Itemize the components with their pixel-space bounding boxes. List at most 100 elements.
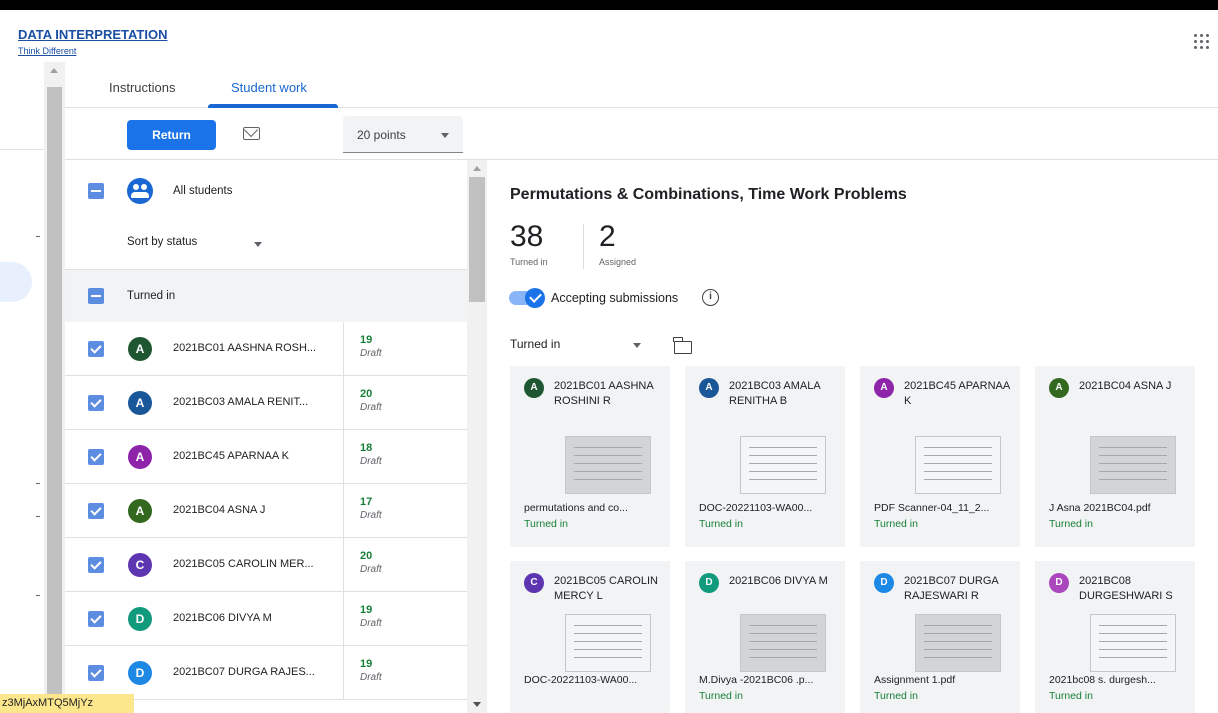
nav-active-item[interactable] bbox=[0, 262, 32, 302]
attachment-filename[interactable]: DOC-20221103-WA00... bbox=[524, 674, 637, 686]
return-button[interactable]: Return bbox=[127, 120, 216, 150]
accepting-submissions-toggle[interactable] bbox=[509, 288, 545, 308]
sort-row[interactable]: Sort by status bbox=[65, 216, 467, 270]
left-scrollbar[interactable] bbox=[44, 62, 65, 713]
submission-card[interactable]: D 2021BC08 DURGESHWARI S 2021bc08 s. durge… bbox=[1035, 561, 1195, 713]
email-icon[interactable] bbox=[243, 127, 260, 140]
attachment-thumbnail[interactable] bbox=[565, 614, 651, 672]
student-checkbox[interactable] bbox=[88, 611, 104, 627]
turned-in-label: Turned in bbox=[510, 257, 548, 267]
student-row[interactable]: A 2021BC04 ASNA J 17 Draft bbox=[65, 484, 467, 538]
student-checkbox[interactable] bbox=[88, 503, 104, 519]
course-subtitle-link[interactable]: Think Different bbox=[18, 46, 76, 56]
student-row[interactable]: A 2021BC01 AASHNA ROSH... 19 Draft bbox=[65, 322, 467, 376]
nav-divider bbox=[0, 149, 44, 150]
attachment-thumbnail[interactable] bbox=[915, 614, 1001, 672]
grade-status: Draft bbox=[360, 402, 382, 413]
student-name[interactable]: 2021BC01 AASHNA ROSH... bbox=[173, 342, 316, 354]
status-filter-select[interactable]: Turned in bbox=[510, 337, 560, 351]
select-all-checkbox[interactable] bbox=[88, 183, 104, 199]
grade-status: Draft bbox=[360, 348, 382, 359]
chevron-down-icon bbox=[441, 133, 449, 138]
scrollbar-thumb[interactable] bbox=[47, 87, 62, 697]
submission-card[interactable]: A 2021BC03 AMALA RENITHA B DOC-20221103-WA… bbox=[685, 366, 845, 547]
scroll-down-arrow-icon[interactable] bbox=[473, 702, 481, 707]
section-checkbox[interactable] bbox=[88, 288, 104, 304]
nav-tick bbox=[36, 516, 40, 517]
student-name[interactable]: 2021BC03 AMALA RENIT... bbox=[173, 396, 308, 408]
grade-column-divider bbox=[343, 376, 344, 430]
chevron-down-icon[interactable] bbox=[254, 242, 262, 247]
google-apps-icon[interactable] bbox=[1194, 34, 1210, 50]
student-name[interactable]: 2021BC04 ASNA J bbox=[173, 504, 265, 516]
student-checkbox[interactable] bbox=[88, 665, 104, 681]
scroll-up-arrow-icon[interactable] bbox=[473, 166, 481, 171]
info-icon[interactable]: i bbox=[702, 289, 719, 306]
chevron-down-icon[interactable] bbox=[633, 343, 641, 348]
grade-input[interactable]: 17 bbox=[360, 496, 372, 508]
card-student-name: 2021BC03 AMALA RENITHA B bbox=[729, 380, 821, 407]
student-name[interactable]: 2021BC06 DIVYA M bbox=[173, 612, 272, 624]
all-students-label: All students bbox=[173, 185, 233, 197]
sort-select[interactable]: Sort by status bbox=[127, 236, 197, 248]
points-select[interactable]: 20 points bbox=[343, 116, 463, 153]
tab-bar: Instructions Student work bbox=[65, 62, 1218, 108]
grade-column-divider bbox=[343, 538, 344, 592]
student-row[interactable]: D 2021BC06 DIVYA M 19 Draft bbox=[65, 592, 467, 646]
student-name[interactable]: 2021BC07 DURGA RAJES... bbox=[173, 666, 315, 678]
accepting-submissions-label: Accepting submissions bbox=[551, 291, 679, 305]
grade-column-divider bbox=[343, 646, 344, 700]
submission-card[interactable]: A 2021BC45 APARNAA K PDF Scanner-04_11_2..… bbox=[860, 366, 1020, 547]
student-name[interactable]: 2021BC05 CAROLIN MER... bbox=[173, 558, 314, 570]
scrollbar-thumb[interactable] bbox=[469, 177, 485, 302]
submission-status: Turned in bbox=[524, 518, 568, 530]
student-row[interactable]: A 2021BC03 AMALA RENIT... 20 Draft bbox=[65, 376, 467, 430]
submission-card[interactable]: A 2021BC04 ASNA J J Asna 2021BC04.pdf Turne… bbox=[1035, 366, 1195, 547]
scroll-up-arrow-icon[interactable] bbox=[50, 68, 58, 73]
submission-card[interactable]: D 2021BC06 DIVYA M M.Divya -2021BC06 .p...… bbox=[685, 561, 845, 713]
all-students-row[interactable]: All students bbox=[65, 160, 467, 216]
submission-card[interactable]: D 2021BC07 DURGA RAJESWARI R Assignment 1.… bbox=[860, 561, 1020, 713]
tab-instructions[interactable]: Instructions bbox=[109, 80, 175, 95]
attachment-filename[interactable]: J Asna 2021BC04.pdf bbox=[1049, 502, 1151, 514]
attachment-filename[interactable]: 2021bc08 s. durgesh... bbox=[1049, 674, 1156, 686]
attachment-thumbnail[interactable] bbox=[740, 436, 826, 494]
attachment-filename[interactable]: PDF Scanner-04_11_2... bbox=[874, 502, 989, 514]
attachment-filename[interactable]: permutations and co... bbox=[524, 502, 628, 514]
student-checkbox[interactable] bbox=[88, 449, 104, 465]
student-checkbox[interactable] bbox=[88, 557, 104, 573]
student-row[interactable]: A 2021BC45 APARNAA K 18 Draft bbox=[65, 430, 467, 484]
student-row[interactable]: D 2021BC07 DURGA RAJES... 19 Draft bbox=[65, 646, 467, 700]
points-value: 20 points bbox=[357, 128, 406, 142]
course-title-link[interactable]: DATA INTERPRETATION bbox=[18, 27, 168, 42]
attachment-thumbnail[interactable] bbox=[565, 436, 651, 494]
attachment-thumbnail[interactable] bbox=[915, 436, 1001, 494]
nav-tick bbox=[36, 595, 40, 596]
grade-input[interactable]: 20 bbox=[360, 550, 372, 562]
folder-icon[interactable] bbox=[673, 337, 692, 354]
grade-column-divider bbox=[343, 484, 344, 538]
people-icon bbox=[127, 178, 153, 204]
attachment-filename[interactable]: DOC-20221103-WA00... bbox=[699, 502, 812, 514]
grade-input[interactable]: 20 bbox=[360, 388, 372, 400]
attachment-thumbnail[interactable] bbox=[740, 614, 826, 672]
student-checkbox[interactable] bbox=[88, 341, 104, 357]
list-scrollbar[interactable] bbox=[467, 160, 487, 713]
student-name[interactable]: 2021BC45 APARNAA K bbox=[173, 450, 289, 462]
grade-input[interactable]: 19 bbox=[360, 604, 372, 616]
grade-input[interactable]: 18 bbox=[360, 442, 372, 454]
attachment-thumbnail[interactable] bbox=[1090, 614, 1176, 672]
attachment-thumbnail[interactable] bbox=[1090, 436, 1176, 494]
submission-card[interactable]: A 2021BC01 AASHNA ROSHINI R permutations a… bbox=[510, 366, 670, 547]
submission-card[interactable]: C 2021BC05 CAROLIN MERCY L DOC-20221103-WA… bbox=[510, 561, 670, 713]
attachment-filename[interactable]: M.Divya -2021BC06 .p... bbox=[699, 674, 813, 686]
card-student-name: 2021BC01 AASHNA ROSHINI R bbox=[554, 380, 654, 407]
avatar: A bbox=[699, 378, 719, 398]
attachment-filename[interactable]: Assignment 1.pdf bbox=[874, 674, 955, 686]
student-checkbox[interactable] bbox=[88, 395, 104, 411]
grade-input[interactable]: 19 bbox=[360, 658, 372, 670]
turned-in-section[interactable]: Turned in bbox=[65, 270, 467, 322]
tab-student-work[interactable]: Student work bbox=[231, 80, 307, 95]
grade-input[interactable]: 19 bbox=[360, 334, 372, 346]
student-row[interactable]: C 2021BC05 CAROLIN MER... 20 Draft bbox=[65, 538, 467, 592]
